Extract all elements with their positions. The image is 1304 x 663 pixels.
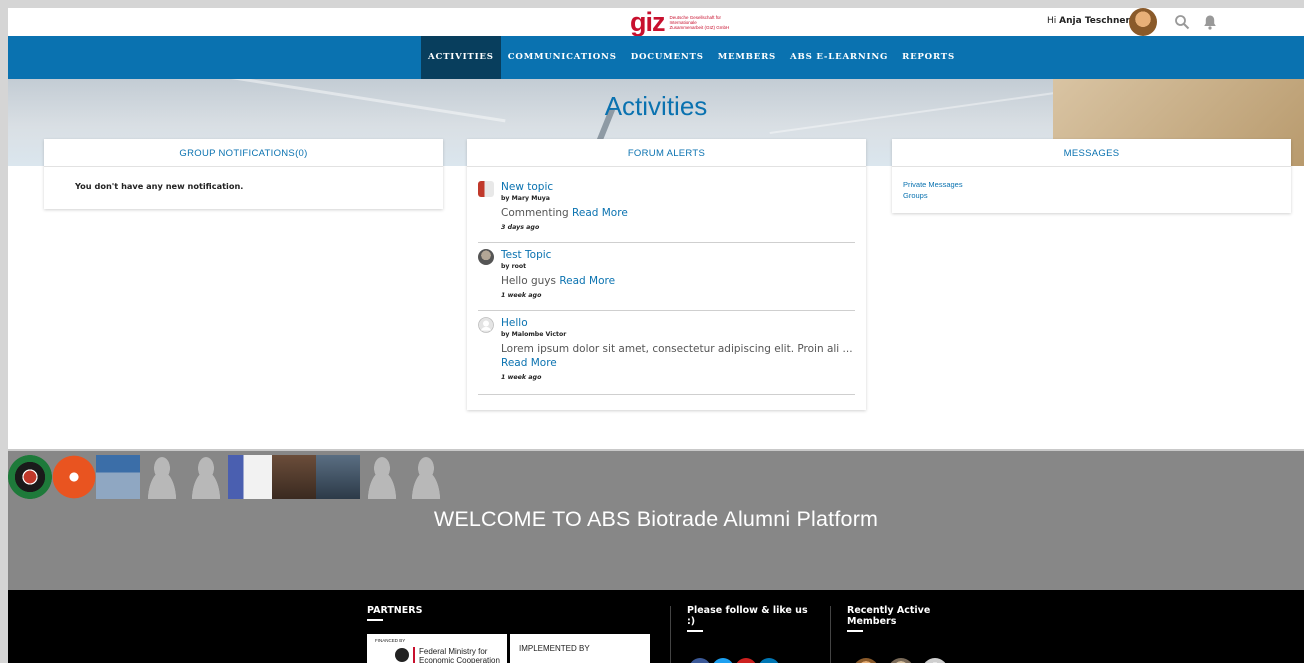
footer: PARTNERS FINANCED BY Federal Ministry fo…	[8, 590, 1304, 663]
member-thumbnail[interactable]	[96, 455, 140, 499]
private-messages-link[interactable]: Private Messages	[903, 179, 1291, 190]
forum-alert-item: Hello by Malombe Victor Lorem ipsum dolo…	[478, 317, 855, 395]
groups-link[interactable]: Groups	[903, 190, 1291, 201]
messages-card: MESSAGES Private Messages Groups	[892, 139, 1291, 213]
footer-divider	[670, 606, 671, 663]
forum-alerts-title: FORUM ALERTS	[467, 139, 866, 167]
member-thumbnail[interactable]	[140, 455, 184, 499]
nav-reports[interactable]: REPORTS	[895, 36, 962, 79]
partners-heading: PARTNERS	[367, 605, 422, 621]
member-thumbnail[interactable]	[228, 455, 272, 499]
recent-member-avatar[interactable]	[853, 658, 879, 663]
nav-abs-e-learning[interactable]: ABS E-LEARNING	[783, 36, 895, 79]
topic-time: 1 week ago	[501, 374, 542, 381]
member-thumbnail[interactable]	[360, 455, 404, 499]
nav-activities[interactable]: ACTIVITIES	[421, 36, 501, 79]
excerpt-text: Hello guys	[501, 275, 556, 287]
topic-author: by Mary Muya	[501, 195, 550, 202]
messages-title: MESSAGES	[892, 139, 1291, 167]
logo-text: Deutsche Gesellschaft für Internationale…	[669, 14, 730, 30]
topic-excerpt: Lorem ipsum dolor sit amet, consectetur …	[501, 342, 855, 370]
nav-documents[interactable]: DOCUMENTS	[624, 36, 711, 79]
member-thumbnail[interactable]	[52, 455, 96, 499]
topic-excerpt: Commenting Read More	[501, 206, 855, 220]
member-thumbnails	[8, 455, 448, 499]
footer-divider	[830, 606, 831, 663]
nav-communications[interactable]: COMMUNICATIONS	[501, 36, 624, 79]
giz-logo[interactable]: giz Deutsche Gesellschaft für Internatio…	[630, 8, 730, 37]
logo-mark: giz	[630, 8, 665, 37]
linkedin-icon[interactable]: in	[758, 658, 780, 663]
top-bar: giz Deutsche Gesellschaft für Internatio…	[8, 8, 1304, 36]
greeting-prefix: Hi	[1047, 16, 1057, 26]
ministry-name: Federal Ministry for Economic Cooperatio…	[419, 647, 500, 663]
topic-link[interactable]: Hello	[501, 317, 855, 330]
topic-author: by root	[501, 263, 527, 270]
page: giz Deutsche Gesellschaft für Internatio…	[8, 8, 1304, 663]
default-avatar-icon	[478, 317, 494, 333]
topic-link[interactable]: Test Topic	[501, 249, 855, 262]
eagle-icon	[395, 648, 409, 662]
financed-by-label: FINANCED BY	[375, 638, 406, 643]
main-navigation: ACTIVITIES COMMUNICATIONS DOCUMENTS MEMB…	[8, 36, 1304, 79]
topic-time: 1 week ago	[501, 292, 542, 299]
facebook-icon[interactable]: f	[689, 658, 711, 663]
flag-stripe	[413, 647, 415, 663]
user-name: Anja Teschner	[1059, 16, 1130, 26]
twitter-icon[interactable]: t	[712, 658, 734, 663]
author-avatar	[478, 181, 494, 197]
no-notifications-text: You don't have any new notification.	[75, 181, 244, 191]
member-thumbnail[interactable]	[404, 455, 448, 499]
topic-excerpt: Hello guys Read More	[501, 274, 855, 288]
group-notifications-title: GROUP NOTIFICATIONS(0)	[44, 139, 443, 167]
youtube-icon[interactable]: ▶	[735, 658, 757, 663]
follow-heading: Please follow & like us :)	[687, 605, 817, 632]
welcome-heading: WELCOME TO ABS Biotrade Alumni Platform	[433, 507, 879, 531]
member-thumbnail[interactable]	[316, 455, 360, 499]
group-notifications-card: GROUP NOTIFICATIONS(0) You don't have an…	[44, 139, 443, 209]
read-more-link[interactable]: Read More	[501, 357, 557, 369]
nav-members[interactable]: MEMBERS	[711, 36, 783, 79]
topic-time: 3 days ago	[501, 224, 540, 231]
forum-alert-item: Test Topic by root Hello guys Read More …	[478, 249, 855, 311]
author-avatar	[478, 249, 494, 265]
topic-link[interactable]: New topic	[501, 181, 855, 194]
implemented-by-label: IMPLEMENTED BY	[519, 644, 590, 653]
excerpt-text: Commenting	[501, 207, 569, 219]
member-thumbnail[interactable]	[184, 455, 228, 499]
bell-icon[interactable]	[1203, 14, 1217, 30]
recent-member-avatar[interactable]	[888, 658, 914, 663]
member-thumbnail[interactable]	[272, 455, 316, 499]
user-avatar[interactable]	[1129, 8, 1157, 36]
member-thumbnail[interactable]	[8, 455, 52, 499]
forum-alert-item: New topic by Mary Muya Commenting Read M…	[478, 181, 855, 243]
page-title: Activities	[604, 91, 708, 121]
recent-members-heading: Recently Active Members	[847, 605, 967, 632]
topic-author: by Malombe Victor	[501, 331, 567, 338]
search-icon[interactable]	[1174, 14, 1190, 30]
excerpt-text: Lorem ipsum dolor sit amet, consectetur …	[501, 343, 853, 355]
welcome-band: WELCOME TO ABS Biotrade Alumni Platform	[8, 449, 1304, 590]
read-more-link[interactable]: Read More	[572, 207, 628, 219]
forum-alerts-card: FORUM ALERTS New topic by Mary Muya Comm…	[467, 139, 866, 410]
read-more-link[interactable]: Read More	[559, 275, 615, 287]
user-greeting[interactable]: Hi Anja Teschner	[1047, 16, 1130, 26]
recent-member-avatar[interactable]	[922, 658, 948, 663]
giz-partner-logo[interactable]: IMPLEMENTED BY	[510, 634, 650, 663]
bmz-logo[interactable]: FINANCED BY Federal Ministry for Economi…	[367, 634, 507, 663]
